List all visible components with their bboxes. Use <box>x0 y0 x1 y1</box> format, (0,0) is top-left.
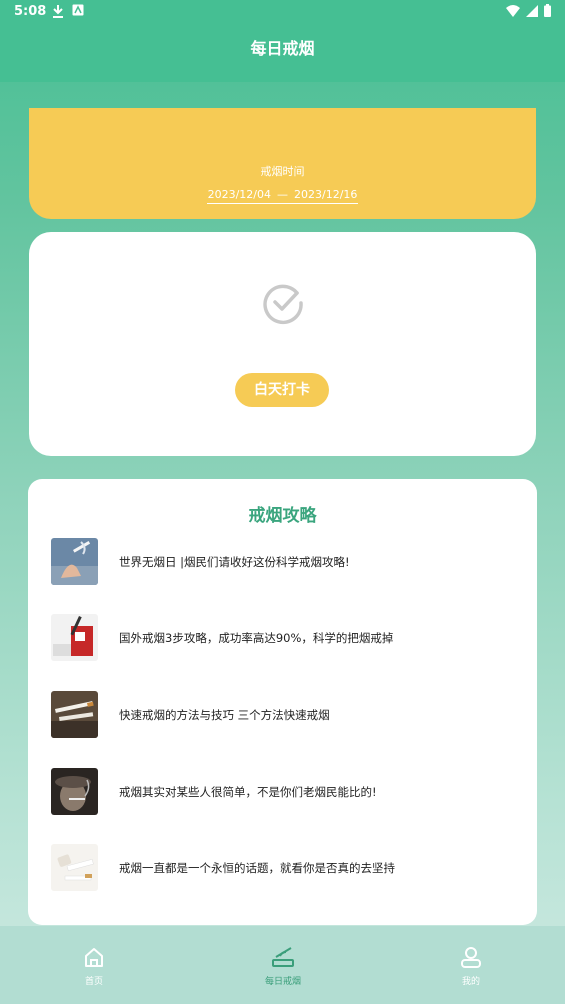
article-thumbnail <box>51 614 98 661</box>
quit-period-range[interactable]: 2023/12/04 — 2023/12/16 <box>207 188 358 204</box>
daytime-checkin-button[interactable]: 白天打卡 <box>235 373 329 407</box>
app-notification-icon <box>72 4 84 16</box>
status-bar: 5:08 <box>0 0 565 24</box>
article-thumbnail <box>51 538 98 585</box>
quit-end-date: 2023/12/16 <box>294 188 358 201</box>
nav-label-daily-quit: 每日戒烟 <box>264 977 301 987</box>
quit-start-date: 2023/12/04 <box>207 188 271 201</box>
battery-icon <box>544 4 551 17</box>
quit-period-label: 戒烟时间 <box>260 165 305 178</box>
nav-item-profile[interactable]: 我的 <box>441 946 501 987</box>
wifi-icon <box>506 4 520 17</box>
article-title: 戒烟一直都是一个永恒的话题，就看你是否真的去坚持 <box>119 861 395 875</box>
quit-period-card: 戒烟时间 2023/12/04 — 2023/12/16 <box>29 108 536 219</box>
guide-title: 戒烟攻略 <box>248 506 317 526</box>
guide-list-item[interactable]: 国外戒烟3步攻略，成功率高达90%，科学的把烟戒掉 <box>51 614 521 662</box>
article-title: 戒烟其实对某些人很简单，不是你们老烟民能比的! <box>119 785 377 799</box>
check-circle-icon <box>263 284 303 325</box>
checkin-card: 白天打卡 <box>29 232 536 456</box>
guide-list-item[interactable]: 戒烟一直都是一个永恒的话题，就看你是否真的去坚持 <box>51 844 521 892</box>
status-time: 5:08 <box>14 4 47 19</box>
no-smoking-icon <box>272 947 294 967</box>
article-thumbnail <box>51 768 98 815</box>
signal-icon <box>526 4 538 17</box>
user-icon <box>461 947 481 968</box>
guide-list-item[interactable]: 戒烟其实对某些人很简单，不是你们老烟民能比的! <box>51 768 521 816</box>
nav-label-profile: 我的 <box>461 977 480 987</box>
article-thumbnail <box>51 844 98 891</box>
guide-card: 戒烟攻略 世界无烟日 |烟民们请收好这份科学戒烟攻略! 国外戒烟3步攻略，成功率… <box>28 479 537 925</box>
article-title: 国外戒烟3步攻略，成功率高达90%，科学的把烟戒掉 <box>119 631 394 645</box>
nav-label-home: 首页 <box>84 977 103 987</box>
article-title: 快速戒烟的方法与技巧 三个方法快速戒烟 <box>119 708 330 722</box>
guide-list-item[interactable]: 快速戒烟的方法与技巧 三个方法快速戒烟 <box>51 691 521 739</box>
guide-list-item[interactable]: 世界无烟日 |烟民们请收好这份科学戒烟攻略! <box>51 538 521 586</box>
page-title: 每日戒烟 <box>250 39 315 58</box>
home-icon <box>85 948 103 967</box>
app-bar: 每日戒烟 <box>0 24 565 82</box>
nav-item-daily-quit[interactable]: 每日戒烟 <box>253 946 313 987</box>
article-title: 世界无烟日 |烟民们请收好这份科学戒烟攻略! <box>119 555 350 569</box>
nav-item-home[interactable]: 首页 <box>64 946 124 987</box>
download-icon <box>53 5 63 18</box>
article-thumbnail <box>51 691 98 738</box>
date-separator: — <box>277 188 288 201</box>
bottom-navigation: 首页 每日戒烟 我的 <box>0 926 565 1004</box>
